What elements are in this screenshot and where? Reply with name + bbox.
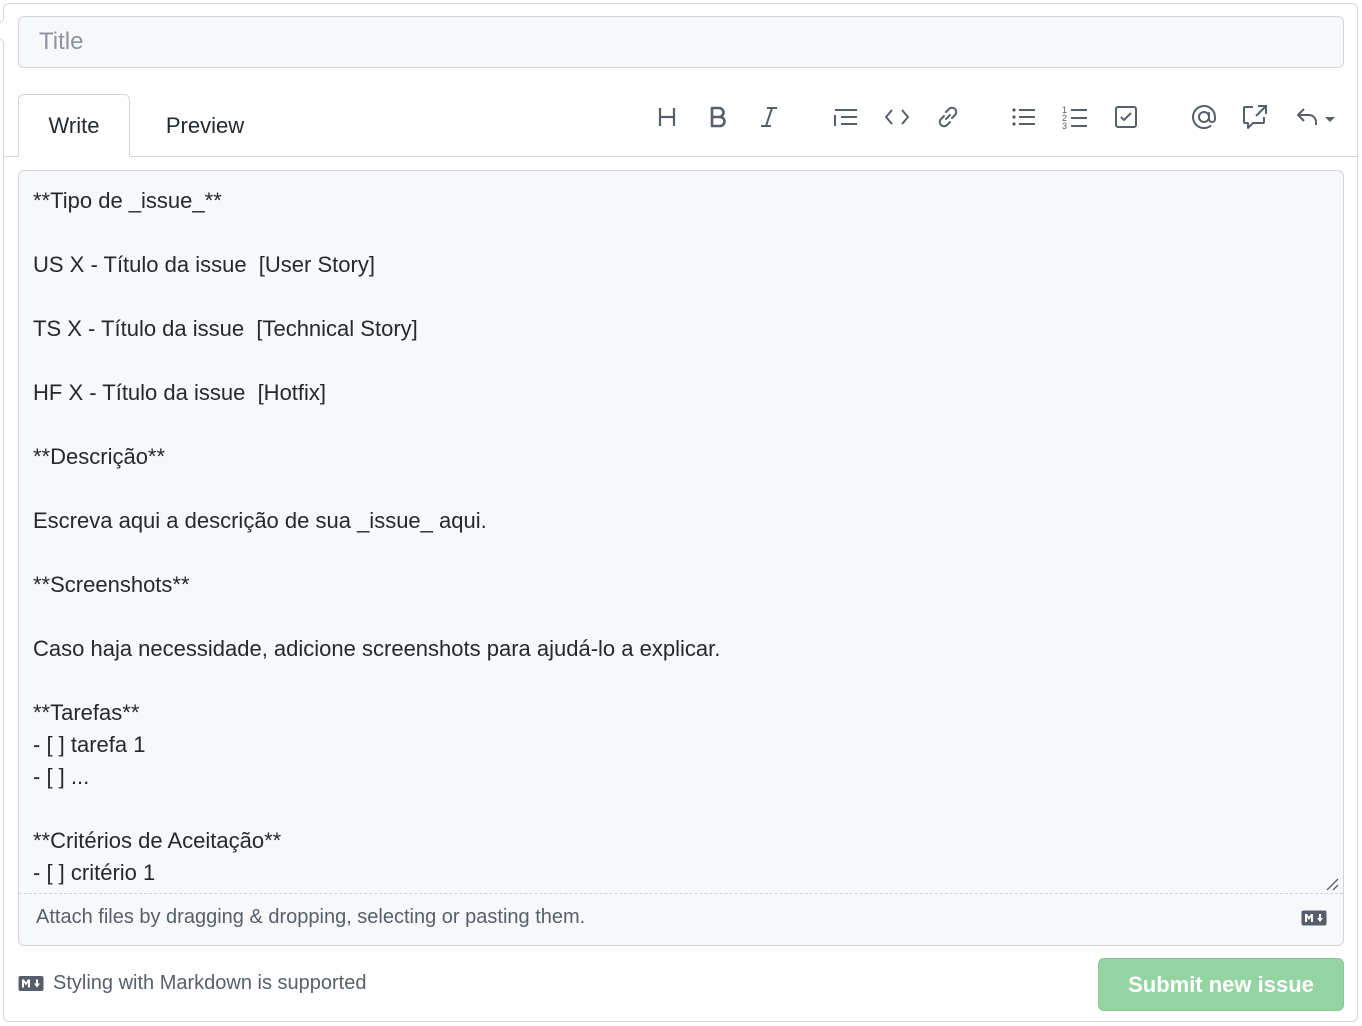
mention-icon bbox=[1192, 105, 1216, 129]
italic-icon bbox=[761, 107, 777, 127]
comment-caret bbox=[0, 18, 16, 43]
link-icon bbox=[938, 106, 958, 128]
bullet-list-icon bbox=[1012, 108, 1035, 126]
reference-button[interactable] bbox=[1235, 97, 1275, 137]
reference-icon bbox=[1243, 105, 1267, 129]
attach-files-hint[interactable]: Attach files by dragging & dropping, sel… bbox=[36, 906, 585, 929]
italic-button[interactable] bbox=[749, 97, 789, 137]
markdown-icon bbox=[18, 976, 44, 991]
code-button[interactable] bbox=[877, 97, 917, 137]
markdown-icon bbox=[1301, 910, 1327, 926]
markdown-support-label: Styling with Markdown is supported bbox=[53, 972, 367, 994]
title-input[interactable] bbox=[18, 16, 1344, 68]
submit-new-issue-button[interactable]: Submit new issue bbox=[1098, 958, 1344, 1011]
chevron-down-icon bbox=[1325, 117, 1335, 122]
heading-button[interactable] bbox=[647, 97, 687, 137]
heading-icon bbox=[658, 108, 676, 126]
link-button[interactable] bbox=[928, 97, 968, 137]
quote-button[interactable] bbox=[826, 97, 866, 137]
tab-preview[interactable]: Preview bbox=[140, 94, 270, 157]
markdown-support-note[interactable]: Styling with Markdown is supported bbox=[18, 972, 366, 995]
body-textarea[interactable]: **Tipo de _issue_** US X - Título da iss… bbox=[33, 185, 1323, 891]
attach-divider bbox=[19, 893, 1343, 894]
reply-icon bbox=[1297, 108, 1317, 125]
quote-icon bbox=[834, 109, 857, 126]
tab-write[interactable]: Write bbox=[18, 94, 130, 157]
numbered-list-icon: 1 2 3 bbox=[1062, 105, 1087, 130]
mention-button[interactable] bbox=[1184, 97, 1224, 137]
resize-handle-icon[interactable] bbox=[1323, 875, 1339, 891]
bold-icon bbox=[710, 106, 726, 128]
svg-text:3: 3 bbox=[1062, 121, 1067, 130]
bold-button[interactable] bbox=[698, 97, 738, 137]
saved-replies-button[interactable] bbox=[1290, 97, 1342, 137]
bullet-list-button[interactable] bbox=[1004, 97, 1044, 137]
task-list-button[interactable] bbox=[1106, 97, 1146, 137]
code-icon bbox=[885, 109, 909, 125]
task-list-icon bbox=[1115, 106, 1137, 128]
comment-editor[interactable]: **Tipo de _issue_** US X - Título da iss… bbox=[18, 170, 1344, 946]
numbered-list-button[interactable]: 1 2 3 bbox=[1055, 97, 1095, 137]
